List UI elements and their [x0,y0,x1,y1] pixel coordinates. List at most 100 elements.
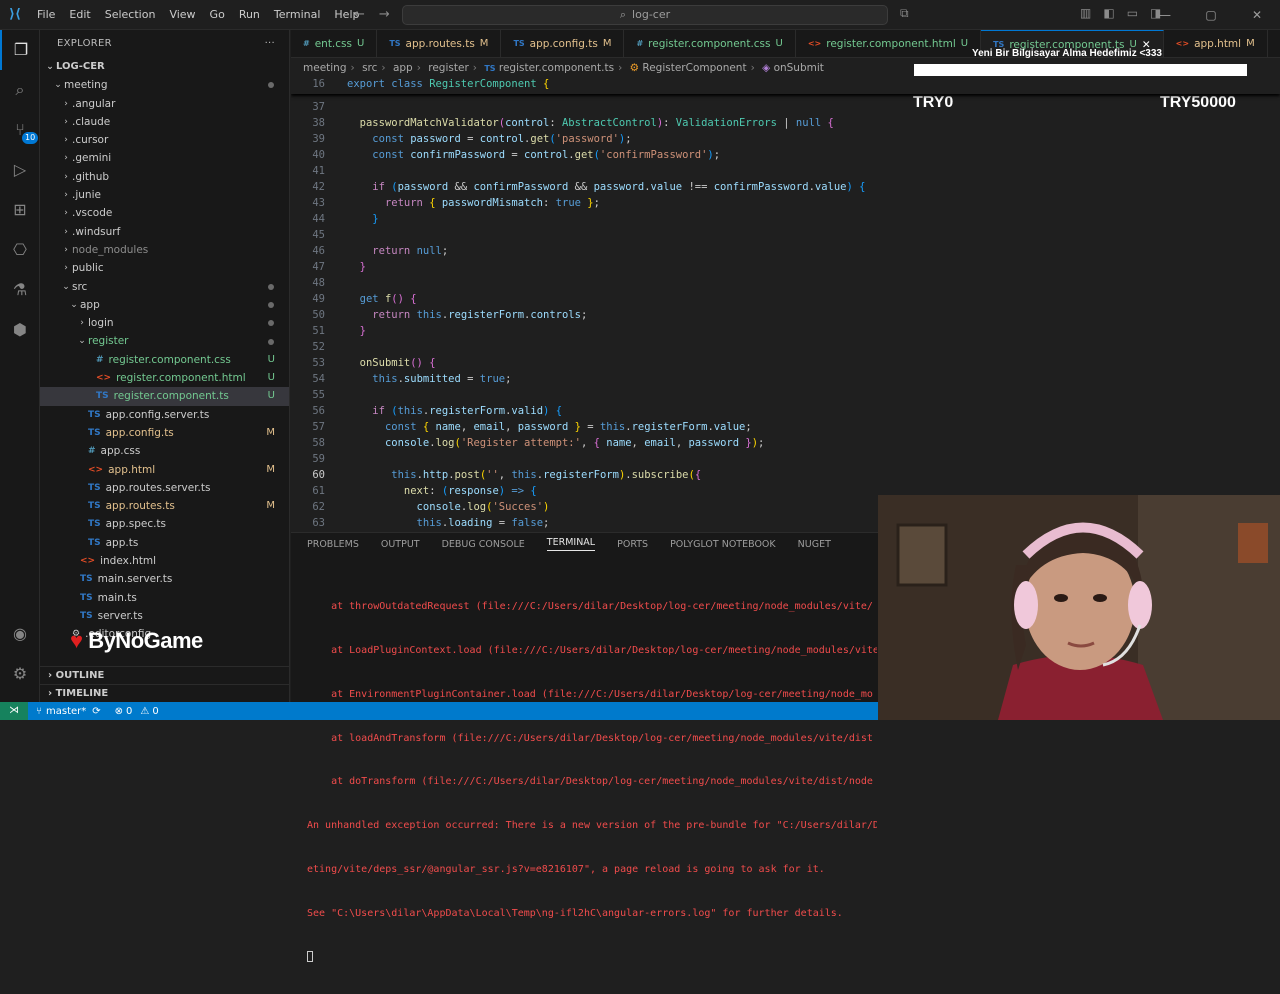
tree-item[interactable]: TS app.spec.ts [40,515,289,533]
tree-item[interactable]: › .gemini [40,149,289,167]
menu-file[interactable]: File [30,8,62,21]
tree-item[interactable]: › .vscode [40,204,289,222]
tree-item[interactable]: › .windsurf [40,223,289,241]
run-debug-icon[interactable]: ▷ [0,150,40,190]
tree-item[interactable]: <> register.component.html U [40,369,289,387]
more-actions-icon[interactable]: ··· [265,30,275,58]
tree-item[interactable]: ⌄ register [40,332,289,350]
maximize-icon[interactable]: ▢ [1188,0,1234,30]
sync-icon[interactable]: ⟳ [92,706,100,717]
breadcrumb-item[interactable]: src [362,62,377,74]
error-count[interactable]: 0 [126,706,132,717]
breadcrumb-item[interactable]: register [428,62,469,74]
ts-file-icon: TS [389,39,401,48]
tree-item[interactable]: › login [40,314,289,332]
git-status-badge: M [266,463,275,475]
code-editor[interactable]: 16 export class RegisterComponent { 37 38… [291,76,1280,528]
search-view-icon[interactable]: ⌕ [0,70,40,110]
breadcrumb-item[interactable]: onSubmit [774,62,824,74]
modified-dot-icon [268,338,274,345]
breadcrumb-item[interactable]: RegisterComponent [642,62,746,74]
tree-item[interactable]: TS app.config.ts M [40,424,289,442]
tree-item[interactable]: # app.css [40,442,289,460]
tree-item[interactable]: › .github [40,168,289,186]
tree-item[interactable]: <> index.html [40,552,289,570]
warning-count[interactable]: 0 [152,706,158,717]
menu-bar: File Edit Selection View Go Run Terminal… [30,8,366,21]
copilot-icon[interactable]: ⧉ [900,6,909,21]
tree-item[interactable]: TS main.server.ts [40,570,289,588]
tree-item[interactable]: ⌄ meeting [40,76,289,94]
editor-tab[interactable]: # ent.css U [291,30,378,57]
chevron-down-icon: ⌄ [62,281,70,292]
minimize-icon[interactable]: — [1142,0,1188,30]
editor-tab[interactable]: TS app.config.ts M [501,30,625,57]
forward-arrow-icon[interactable]: → [379,7,390,22]
tree-item[interactable]: TS app.config.server.ts [40,406,289,424]
sticky-scroll-line[interactable]: 16 export class RegisterComponent { [291,76,1280,94]
menu-selection[interactable]: Selection [98,8,163,21]
tree-item[interactable]: TS app.ts [40,534,289,552]
tree-item[interactable]: TS app.routes.ts M [40,497,289,515]
tree-item[interactable]: TS main.ts [40,589,289,607]
menu-edit[interactable]: Edit [62,8,97,21]
breadcrumb-item[interactable]: app [393,62,413,74]
remote-explorer-icon[interactable]: ⎔ [0,230,40,270]
tree-item[interactable]: ⌄ app [40,296,289,314]
tree-item[interactable]: › .junie [40,186,289,204]
panel-tab-debug-console[interactable]: DEBUG CONSOLE [442,539,525,550]
panel-tab-polyglot-notebook[interactable]: POLYGLOT NOTEBOOK [670,539,776,550]
breadcrumb-item[interactable]: meeting [303,62,347,74]
panel-tab-nuget[interactable]: NUGET [798,539,831,550]
menu-view[interactable]: View [162,8,202,21]
tree-item[interactable]: › public [40,259,289,277]
timeline-section[interactable]: › TIMELINE [40,684,289,702]
editor-tab[interactable]: <> register.component.html U [796,30,982,57]
remote-indicator-icon[interactable]: ⋊ [0,702,28,720]
chevron-right-icon: › [64,190,68,201]
source-control-icon[interactable]: ⑂ 10 [0,110,40,150]
branch-label[interactable]: master* [46,706,86,717]
chevron-right-icon: › [64,208,68,219]
outline-section[interactable]: › OUTLINE [40,666,289,684]
tree-item[interactable]: › .cursor [40,131,289,149]
testing-icon[interactable]: ⚗ [0,270,40,310]
tree-item[interactable]: › node_modules [40,241,289,259]
toggle-sidebar-icon[interactable]: ◧ [1103,6,1114,20]
manage-gear-icon[interactable]: ⚙ [0,654,40,694]
extensions-icon[interactable]: ⊞ [0,190,40,230]
tree-item[interactable]: TS server.ts [40,607,289,625]
menu-terminal[interactable]: Terminal [267,8,328,21]
panel-tab-ports[interactable]: PORTS [617,539,648,550]
terminal-output[interactable]: at throwOutdatedRequest (file:///C:/User… [307,571,877,994]
editor-tab[interactable]: <> app.html M [1164,30,1268,57]
panel-tab-terminal[interactable]: TERMINAL [546,537,596,551]
panel-tab-output[interactable]: OUTPUT [381,539,420,550]
tree-item[interactable]: # register.component.css U [40,351,289,369]
editor-tab[interactable]: # register.component.css U [624,30,796,57]
tree-item[interactable]: ⌄ src [40,278,289,296]
tree-item[interactable]: TS app.routes.server.ts [40,479,289,497]
menu-go[interactable]: Go [203,8,232,21]
workspace-root[interactable]: ⌄ LOG-CER [40,58,289,76]
containers-icon[interactable]: ⬢ [0,310,40,350]
account-icon[interactable]: ◉ [0,614,40,654]
close-window-icon[interactable]: ✕ [1234,0,1280,30]
tree-item[interactable]: › .angular [40,95,289,113]
explorer-icon[interactable]: ❐ [0,30,40,70]
toggle-panel-icon[interactable]: ▭ [1127,6,1138,20]
title-bar: ⟩⟨ File Edit Selection View Go Run Termi… [0,0,1280,30]
layout-customize-icon[interactable]: ▥ [1080,6,1091,20]
back-arrow-icon[interactable]: ← [354,7,365,22]
css-file-icon: # [303,39,310,48]
tree-item[interactable]: <> app.html M [40,461,289,479]
command-center-search[interactable]: ⌕ log-cer [402,5,888,25]
editor-tab[interactable]: TS app.routes.ts M [377,30,502,57]
panel-tab-problems[interactable]: PROBLEMS [307,539,359,550]
tree-item[interactable]: › .claude [40,113,289,131]
code-line: 53 onSubmit() { [312,357,436,369]
menu-run[interactable]: Run [232,8,267,21]
tree-item[interactable]: TS register.component.ts U [40,387,289,406]
css-file-icon: # [96,354,104,365]
breadcrumb-item[interactable]: register.component.ts [499,62,614,74]
